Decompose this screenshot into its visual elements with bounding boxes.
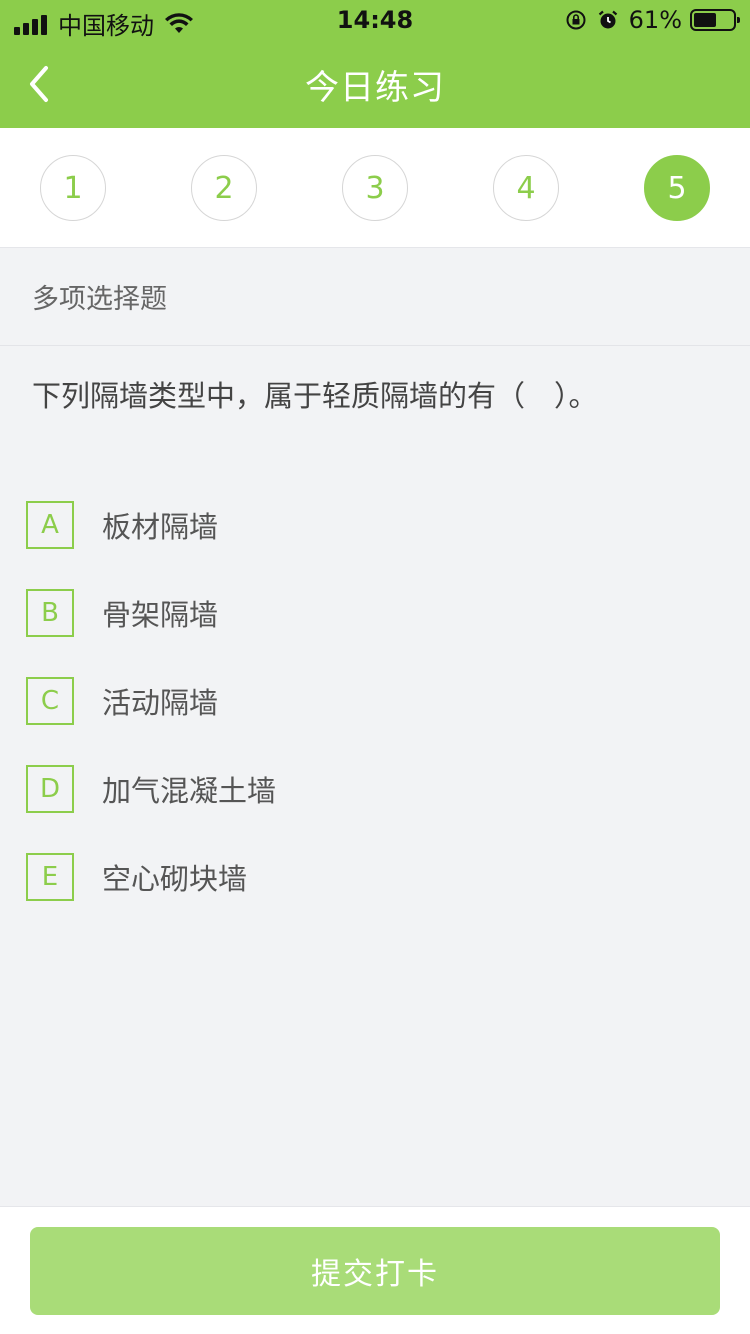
option-text: 活动隔墙 (102, 686, 219, 720)
step-5[interactable]: 5 (644, 155, 710, 221)
option-e[interactable]: E 空心砌块墙 (26, 852, 726, 902)
option-b[interactable]: B 骨架隔墙 (26, 588, 726, 638)
page-title: 今日练习 (305, 68, 445, 108)
option-text: 空心砌块墙 (102, 862, 248, 896)
option-key-box[interactable]: C (26, 677, 74, 725)
step-3[interactable]: 3 (342, 155, 408, 221)
option-d[interactable]: D 加气混凝土墙 (26, 764, 726, 814)
step-4[interactable]: 4 (493, 155, 559, 221)
option-key-box[interactable]: E (26, 853, 74, 901)
option-key-box[interactable]: D (26, 765, 74, 813)
option-text: 板材隔墙 (102, 510, 219, 544)
question-text: 下列隔墙类型中，属于轻质隔墙的有（ ）。 (32, 379, 598, 413)
status-right: 61% (565, 6, 740, 34)
option-a[interactable]: A 板材隔墙 (26, 500, 726, 550)
question-type-label: 多项选择题 (0, 248, 750, 346)
header: 中国移动 14:48 61% 今日练习 (0, 0, 750, 128)
battery-percent: 61% (628, 6, 682, 34)
alarm-icon (598, 10, 617, 29)
footer: 提交打卡 (0, 1206, 750, 1334)
battery-icon (690, 9, 740, 31)
status-bar: 中国移动 14:48 61% (0, 0, 750, 40)
option-c[interactable]: C 活动隔墙 (26, 676, 726, 726)
orientation-lock-icon (566, 10, 586, 30)
submit-checkin-button[interactable]: 提交打卡 (30, 1227, 720, 1315)
question-stepper: 1 2 3 4 5 (0, 128, 750, 248)
option-text: 骨架隔墙 (102, 598, 219, 632)
step-2[interactable]: 2 (191, 155, 257, 221)
option-key-box[interactable]: B (26, 589, 74, 637)
option-key-box[interactable]: A (26, 501, 74, 549)
step-1[interactable]: 1 (40, 155, 106, 221)
option-text: 加气混凝土墙 (102, 774, 277, 808)
